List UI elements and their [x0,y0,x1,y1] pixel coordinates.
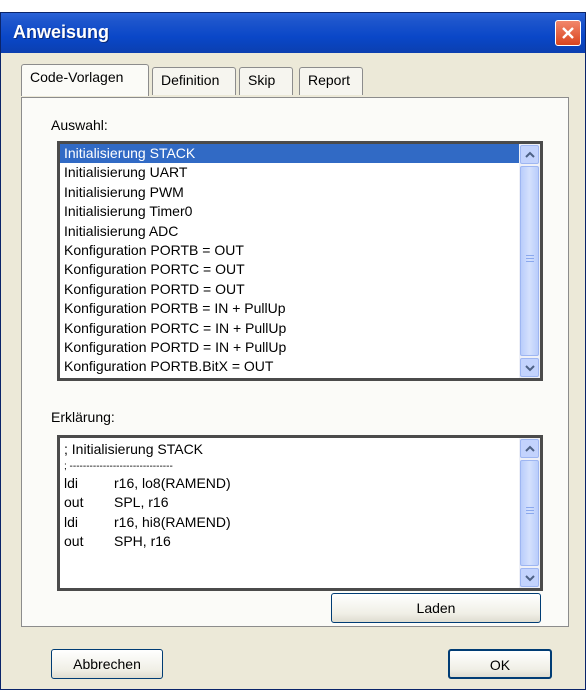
list-item[interactable]: Konfiguration PORTC = OUT [60,260,519,279]
chevron-down-icon [524,574,535,581]
code-opcode: ldi [64,513,79,530]
code-operands: r16, hi8(RAMEND) [114,513,231,530]
scroll-up-button[interactable] [520,145,539,164]
code-line: ldi r16, lo8(RAMEND) [64,474,514,494]
list-item[interactable]: Initialisierung UART [60,163,519,182]
chevron-down-icon [524,364,535,371]
explanation-textbox[interactable]: ; Initialisierung STACK ; --------------… [57,435,543,591]
code-opcode: out [64,494,84,510]
window-title: Anweisung [13,22,110,42]
erklaerung-label: Erklärung: [51,409,115,425]
abbrechen-button[interactable]: Abbrechen [51,649,163,679]
code-opcode: ldi [64,474,79,491]
code-operands: SPL, r16 [114,494,169,510]
code-separator: ; ------------------------------- [64,460,173,472]
ok-button[interactable]: OK [448,649,552,679]
template-listbox[interactable]: Initialisierung STACK Initialisierung UAR… [57,141,543,381]
laden-button[interactable]: Laden [331,593,541,623]
list-scrollbar[interactable] [519,144,540,378]
list-item[interactable]: Initialisierung ADC [60,222,519,241]
code-line: out SPH, r16 [64,532,514,552]
close-icon [562,27,574,39]
template-list: Initialisierung STACK Initialisierung UAR… [60,144,519,378]
list-item[interactable]: Konfiguration PORTB.BitX = OUT [60,357,519,376]
code-line: ldi r16, hi8(RAMEND) [64,513,514,533]
list-item[interactable]: Konfiguration PORTD = OUT [60,280,519,299]
list-item[interactable]: Konfiguration PORTD = IN + PullUp [60,338,519,357]
scroll-thumb[interactable] [520,460,539,566]
close-button[interactable] [555,20,581,46]
code-comment: ; Initialisierung STACK [64,441,204,457]
list-item[interactable]: Initialisierung Timer0 [60,202,519,221]
tab-skip[interactable]: Skip [239,67,293,95]
chevron-up-icon [524,151,535,158]
code-operands: SPH, r16 [114,533,171,549]
code-operands: r16, lo8(RAMEND) [114,474,231,491]
code-line: out SPL, r16 [64,493,514,513]
scroll-thumb[interactable] [520,166,539,356]
scroll-down-button[interactable] [520,358,539,377]
code-scrollbar[interactable] [519,438,540,588]
list-item[interactable]: Konfiguration PORTB = OUT [60,241,519,260]
title-bar[interactable]: Anweisung [1,13,585,53]
tab-definition[interactable]: Definition [152,67,236,95]
list-item[interactable]: Konfiguration PORTB = IN + PullUp [60,299,519,318]
scroll-down-button[interactable] [520,568,539,587]
auswahl-label: Auswahl: [51,117,108,133]
dialog-window: Anweisung Code-Vorlagen Definition Skip … [0,12,586,690]
tab-report[interactable]: Report [299,67,363,95]
chevron-up-icon [524,445,535,452]
code-opcode: out [64,533,84,549]
code-text: ; Initialisierung STACK ; --------------… [64,440,514,552]
scroll-up-button[interactable] [520,439,539,458]
list-item[interactable]: Konfiguration PORTC = IN + PullUp [60,319,519,338]
list-item[interactable]: Initialisierung PWM [60,183,519,202]
tab-code-vorlagen[interactable]: Code-Vorlagen [21,64,149,96]
list-item[interactable]: Initialisierung STACK [60,144,519,164]
